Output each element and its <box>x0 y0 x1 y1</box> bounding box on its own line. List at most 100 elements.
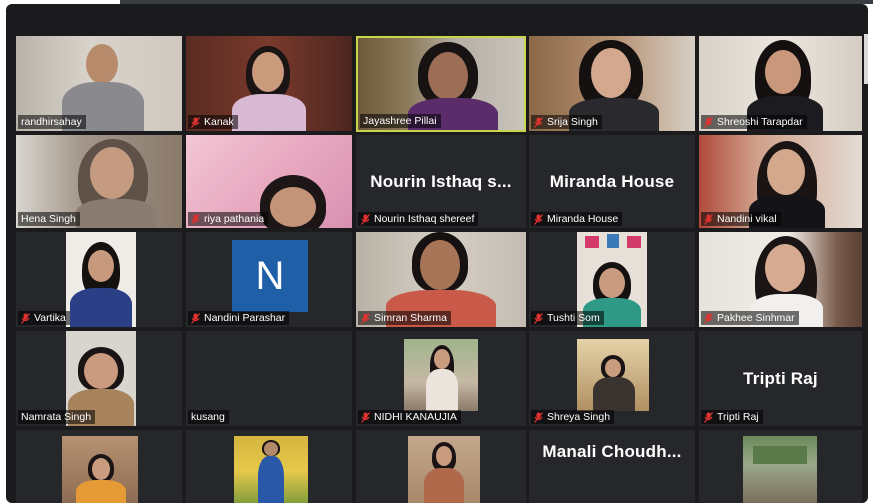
scrollbar-handle[interactable] <box>864 34 868 84</box>
participant-video <box>252 52 284 92</box>
participant-video <box>264 442 278 456</box>
participant-name: Shreya Singh <box>547 411 611 423</box>
video-feed <box>577 339 649 411</box>
participant-video <box>420 240 460 290</box>
participant-tile[interactable]: Srija Singh <box>529 36 695 131</box>
participant-tile[interactable]: Hena Singh <box>16 135 182 228</box>
participant-name-label: Miranda House <box>531 212 623 226</box>
video-feed <box>408 436 480 503</box>
muted-mic-icon <box>704 312 713 324</box>
participant-name-label: Tripti Raj <box>701 410 763 424</box>
participant-name: Nandini Parashar <box>204 312 286 324</box>
participant-tile[interactable]: riya pathania <box>186 135 352 228</box>
participant-tile[interactable]: Pakhee Sinhmar <box>699 232 862 327</box>
participant-tile[interactable]: NIDHI KANAUJIA <box>356 331 526 426</box>
participant-name: Hena Singh <box>21 213 76 225</box>
participant-tile[interactable]: Shreoshi Tarapdar <box>699 36 862 131</box>
participant-name: Shreoshi Tarapdar <box>717 116 803 128</box>
video-feed <box>753 446 807 464</box>
participant-video <box>424 468 464 503</box>
participant-tile[interactable]: Simran Sharma <box>356 232 526 327</box>
participant-video <box>84 353 118 389</box>
participant-video <box>765 50 801 94</box>
participant-tile[interactable]: Nourin Isthaq s... Nourin Isthaq shereef <box>356 135 526 228</box>
participant-video <box>605 359 621 377</box>
participant-name-label: Simran Sharma <box>358 311 451 325</box>
participant-name-label: Nourin Isthaq shereef <box>358 212 479 226</box>
muted-mic-icon <box>21 312 30 324</box>
participant-video <box>258 456 284 503</box>
avatar: N <box>232 240 308 312</box>
participant-name: kusang <box>191 411 225 423</box>
video-feed <box>62 436 138 503</box>
participant-tile[interactable]: Miranda House Miranda House <box>529 135 695 228</box>
muted-mic-icon <box>704 116 713 128</box>
participant-video <box>428 52 468 100</box>
participant-tile[interactable]: Manali Choudh... <box>529 430 695 503</box>
video-feed <box>743 436 817 503</box>
participant-tile[interactable]: Vartika <box>16 232 182 327</box>
participant-name: riya pathania <box>204 213 265 225</box>
muted-mic-icon <box>534 213 543 225</box>
participant-tile[interactable]: Kanak <box>186 36 352 131</box>
participant-name: NIDHI KANAUJIA <box>374 411 457 423</box>
participant-video <box>70 288 132 327</box>
participant-name-label: Nandini Parashar <box>188 311 290 325</box>
participant-tile[interactable] <box>186 430 352 503</box>
participant-tile[interactable] <box>356 430 526 503</box>
participant-name: Srija Singh <box>547 116 598 128</box>
participant-name: Nandini vikal <box>717 213 777 225</box>
participant-video <box>434 349 450 369</box>
participant-tile[interactable]: Shreya Singh <box>529 331 695 426</box>
muted-mic-icon <box>191 116 200 128</box>
muted-mic-icon <box>191 213 200 225</box>
participant-tile[interactable]: N Nandini Parashar <box>186 232 352 327</box>
participant-video <box>765 244 805 292</box>
video-feed <box>627 236 641 248</box>
participant-display-name: Manali Choudh... <box>542 442 682 461</box>
participant-video <box>270 187 316 227</box>
participant-tile[interactable]: Namrata Singh <box>16 331 182 426</box>
video-feed <box>404 339 478 411</box>
muted-mic-icon <box>361 213 370 225</box>
participant-tile[interactable] <box>16 430 182 503</box>
muted-mic-icon <box>361 411 370 423</box>
participant-name-label: Vartika <box>18 311 70 325</box>
participant-name: Vartika <box>34 312 66 324</box>
participant-name: Jayashree Pillai <box>363 115 437 127</box>
participant-name-label: Namrata Singh <box>18 410 96 424</box>
participant-tile[interactable] <box>699 430 862 503</box>
participant-name: Kanak <box>204 116 234 128</box>
video-feed <box>585 236 599 248</box>
participant-name-label: riya pathania <box>188 212 269 226</box>
participant-video <box>599 268 625 298</box>
participant-name-label: NIDHI KANAUJIA <box>358 410 461 424</box>
participant-video <box>92 458 110 480</box>
participant-name-label: Nandini vikal <box>701 212 781 226</box>
participant-name-label: Hena Singh <box>18 212 80 226</box>
participant-name-label: randhirsahay <box>18 115 86 129</box>
participant-tile[interactable]: randhirsahay <box>16 36 182 131</box>
participant-tile[interactable]: Tushti Som <box>529 232 695 327</box>
muted-mic-icon <box>534 411 543 423</box>
participant-name: Tripti Raj <box>717 411 759 423</box>
participant-video <box>591 48 631 98</box>
participant-name-label: Tushti Som <box>531 311 604 325</box>
participant-name: Tushti Som <box>547 312 600 324</box>
muted-mic-icon <box>191 312 200 324</box>
participant-tile[interactable]: kusang <box>186 331 352 426</box>
participant-video <box>232 94 306 131</box>
participant-video <box>88 250 114 282</box>
participant-video <box>86 44 118 84</box>
participant-name: Pakhee Sinhmar <box>717 312 795 324</box>
muted-mic-icon <box>534 116 543 128</box>
participant-name-label: Jayashree Pillai <box>360 114 441 128</box>
participant-name: Nourin Isthaq shereef <box>374 213 475 225</box>
participant-tile[interactable]: Tripti Raj Tripti Raj <box>699 331 862 426</box>
muted-mic-icon <box>361 312 370 324</box>
participant-grid: randhirsahay Kanak Jayashree Pillai Srij… <box>16 36 862 503</box>
participant-tile-active-speaker[interactable]: Jayashree Pillai <box>356 36 526 132</box>
video-feed <box>234 436 308 503</box>
participant-name-label: Shreoshi Tarapdar <box>701 115 807 129</box>
participant-tile[interactable]: Nandini vikal <box>699 135 862 228</box>
